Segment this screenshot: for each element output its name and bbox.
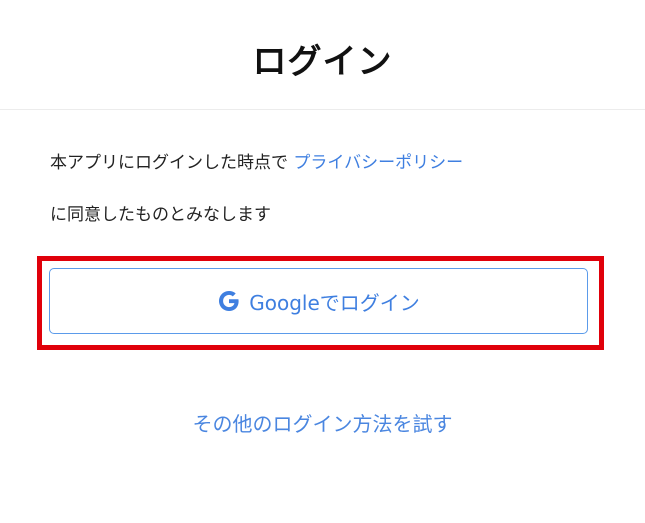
google-login-button[interactable]: Googleでログイン xyxy=(49,268,588,334)
page-title: ログイン xyxy=(252,42,393,82)
google-login-label: Googleでログイン xyxy=(249,290,420,315)
consent-text-after: に同意したものとみなします xyxy=(50,205,271,225)
login-page: ログイン 本アプリにログインした時点で プライバシーポリシー に同意したものとみ… xyxy=(0,0,645,523)
consent-notice: 本アプリにログインした時点で プライバシーポリシー に同意したものとみなします xyxy=(50,150,610,229)
other-login-methods-link[interactable]: その他のログイン方法を試す xyxy=(0,408,645,437)
page-header: ログイン xyxy=(0,0,645,110)
consent-text-before: 本アプリにログインした時点で xyxy=(50,153,294,173)
google-g-icon xyxy=(217,289,241,313)
privacy-policy-link[interactable]: プライバシーポリシー xyxy=(293,153,463,173)
consent-line-1: 本アプリにログインした時点で プライバシーポリシー xyxy=(50,150,610,177)
